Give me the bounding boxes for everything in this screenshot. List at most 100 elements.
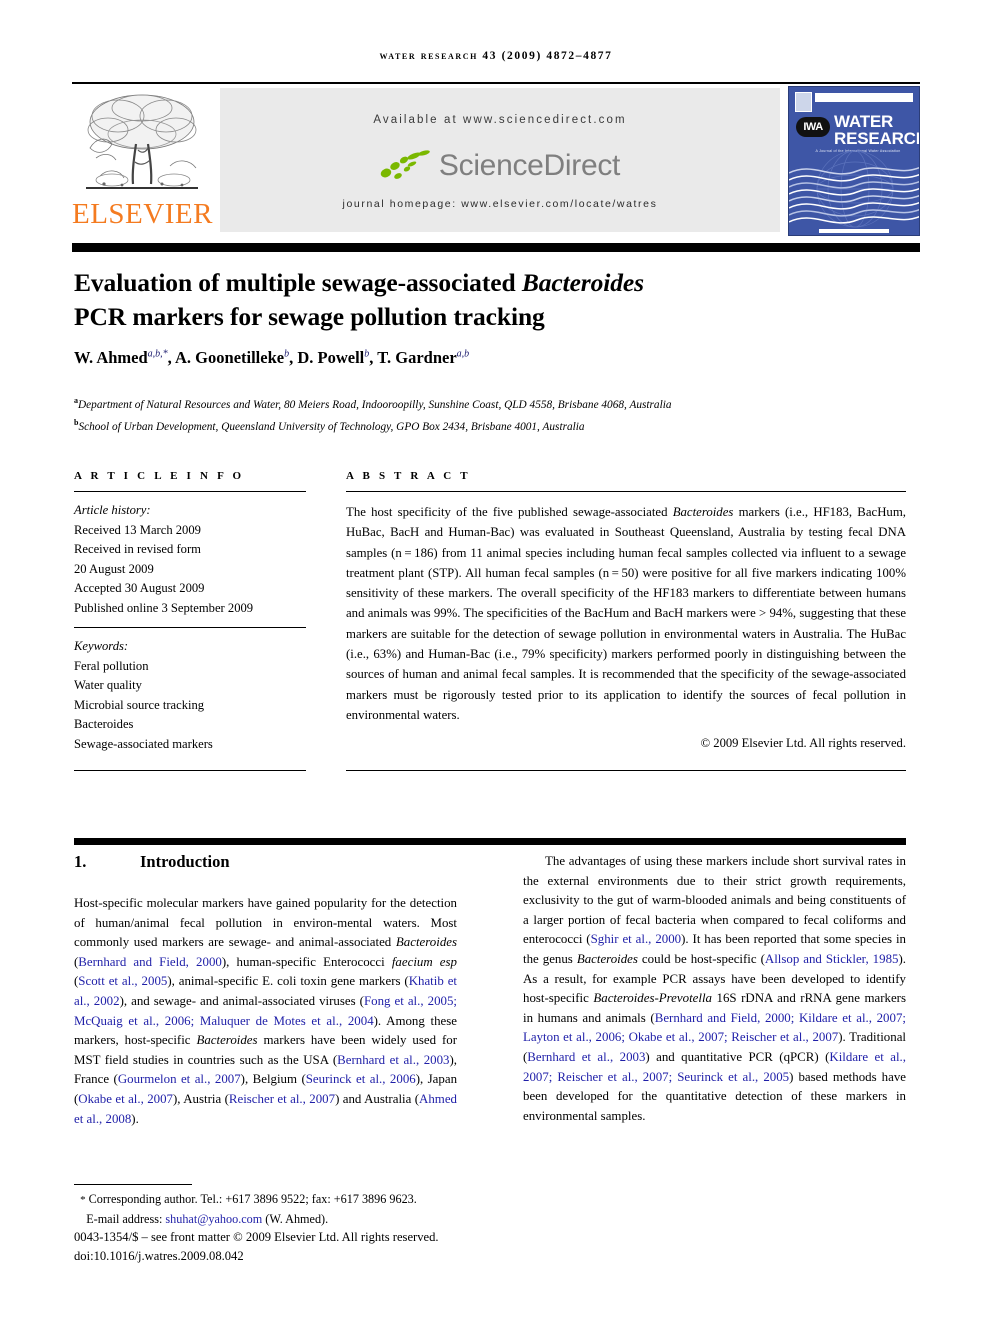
abstract-heading: A B S T R A C T <box>346 470 471 482</box>
text-run: ) and Australia ( <box>335 1091 420 1106</box>
affiliation-item: bSchool of Urban Development, Queensland… <box>74 414 904 436</box>
affiliation-text: School of Urban Development, Queensland … <box>78 420 585 433</box>
italic-term: Bacteroides <box>576 951 638 966</box>
citation-link[interactable]: Reischer et al., 2007 <box>229 1092 335 1106</box>
keyword-item: Bacteroides <box>74 717 134 731</box>
history-item: Received 13 March 2009 <box>74 522 201 537</box>
cover-globe-waves-graphic <box>789 150 919 228</box>
citation-link[interactable]: Bernhard and Field, 2000 <box>78 955 222 969</box>
masthead-top-rule <box>72 82 920 84</box>
title-line1-pre: Evaluation of multiple sewage-associated <box>74 268 522 297</box>
author-marks: a,b <box>456 348 470 360</box>
iwa-logo-icon: IWA <box>796 117 830 137</box>
keyword-item: Water quality <box>74 678 142 692</box>
italic-term: faecium esp <box>391 954 457 969</box>
keywords-rule <box>74 627 306 628</box>
text-run: ), Belgium ( <box>240 1072 306 1087</box>
section-number: 1. <box>74 852 87 871</box>
text-run: ), animal-specific E. coli toxin gene ma… <box>167 974 409 989</box>
abstract-part: markers (i.e., HF183, BacHum, HuBac, Bac… <box>346 505 906 722</box>
affiliation-text: Department of Natural Resources and Wate… <box>78 398 672 411</box>
available-at-text: Available at www.sciencedirect.com <box>373 114 627 126</box>
text-run: ) and quantitative PCR (qPCR) ( <box>645 1049 830 1064</box>
author-name: D. Powell <box>297 348 365 367</box>
citation-link[interactable]: Gourmelon et al., 2007 <box>118 1072 241 1086</box>
author-marks: a,b,* <box>147 348 168 360</box>
keyword-item: Feral pollution <box>74 658 149 673</box>
elsevier-tree-icon <box>86 94 198 189</box>
abstract-text: The host specificity of the five publish… <box>346 502 906 725</box>
abstract-copyright: © 2009 Elsevier Ltd. All rights reserved… <box>700 736 906 751</box>
author-name: T. Gardner <box>377 348 457 367</box>
email-note: E-mail address: shuhat@yahoo.com (W. Ahm… <box>74 1210 494 1229</box>
introduction-paragraph-left: Host-specific molecular markers have gai… <box>74 894 457 1129</box>
corresponding-author-text: Corresponding author. Tel.: +617 3896 95… <box>88 1192 417 1206</box>
text-run: ), and sewage- and animal-associated vir… <box>119 993 364 1008</box>
title-line1-italic: Bacteroides <box>521 268 644 297</box>
body-column-right: The advantages of using these markers in… <box>523 852 906 1126</box>
cover-title: WATER RESEARCH <box>834 112 920 148</box>
email-link[interactable]: shuhat@yahoo.com <box>165 1212 262 1226</box>
masthead-bottom-bar <box>72 243 920 252</box>
elsevier-logo: ELSEVIER <box>72 86 212 234</box>
section-title: Introduction <box>140 852 230 871</box>
info-bottom-rule <box>74 770 306 771</box>
article-history-label: Article history: <box>74 503 151 517</box>
abstract-section: A B S T R A C T The host specificity of … <box>346 470 906 751</box>
citation-link[interactable]: Seurinck et al., 2006 <box>306 1072 416 1086</box>
text-run: could be host-specific ( <box>637 951 765 966</box>
article-info-rule <box>74 491 306 492</box>
author-marks: b <box>284 348 290 360</box>
abstract-rule <box>346 491 906 492</box>
footnote-block: * Corresponding author. Tel.: +617 3896 … <box>74 1190 494 1228</box>
footnote-rule <box>74 1184 192 1185</box>
cover-top-bar <box>815 93 913 102</box>
page-title: Evaluation of multiple sewage-associated… <box>74 266 864 334</box>
corresponding-author-mark: * <box>80 1194 86 1206</box>
doi-line: doi:10.1016/j.watres.2009.08.042 <box>74 1248 244 1263</box>
citation-link[interactable]: Bernhard et al., 2003 <box>337 1053 449 1067</box>
sciencedirect-panel: Available at www.sciencedirect.com Scien… <box>220 88 780 232</box>
citation-link[interactable]: Scott et al., 2005 <box>78 974 167 988</box>
article-history: Article history: Received 13 March 2009 … <box>74 501 306 618</box>
author-marks: b <box>364 348 370 360</box>
author-list: W. Ahmeda,b,*, A. Goonetillekeb, D. Powe… <box>74 348 470 367</box>
section-heading-introduction: 1. Introduction <box>74 852 457 872</box>
history-item: 20 August 2009 <box>74 561 154 576</box>
imprint-block: 0043-1354/$ – see front matter © 2009 El… <box>74 1228 534 1265</box>
history-item: Published online 3 September 2009 <box>74 600 254 615</box>
body-column-left: 1. Introduction Host-specific molecular m… <box>74 852 457 1129</box>
abstract-part: The host specificity of the five publish… <box>346 505 673 519</box>
citation-link[interactable]: Allsop and Stickler, 1985 <box>765 952 899 966</box>
italic-term: Bacteroides <box>395 935 457 950</box>
email-suffix: (W. Ahmed). <box>262 1211 329 1226</box>
article-page: Water Research 43 (2009) 4872–4877 <box>0 0 992 1323</box>
email-label: E-mail address: <box>86 1211 166 1226</box>
keyword-item: Sewage-associated markers <box>74 736 213 751</box>
citation-link[interactable]: Sghir et al., 2000 <box>591 932 682 946</box>
abstract-bottom-rule <box>346 770 906 771</box>
keywords-label: Keywords: <box>74 639 129 653</box>
text-run: ), human-specific Enterococci <box>221 954 392 969</box>
abstract-italic-term: Bacteroides <box>672 505 734 519</box>
history-item: Received in revised form <box>74 542 201 556</box>
article-info-heading: A R T I C L E I N F O <box>74 470 245 482</box>
journal-homepage-link[interactable]: journal homepage: www.elsevier.com/locat… <box>220 198 780 210</box>
cover-title-line1: WATER <box>834 112 894 131</box>
issn-line: 0043-1354/$ – see front matter © 2009 El… <box>74 1230 439 1244</box>
body-top-bar <box>74 838 906 845</box>
keywords-block: Keywords: Feral pollution Water quality … <box>74 637 306 754</box>
sciencedirect-logo: ScienceDirect <box>220 144 780 188</box>
cover-bottom-bar <box>819 229 889 233</box>
sciencedirect-swoosh-icon <box>380 150 430 179</box>
citation-link[interactable]: Bernhard et al., 2003 <box>527 1050 645 1064</box>
elsevier-wordmark: ELSEVIER <box>72 198 213 230</box>
citation-link[interactable]: Okabe et al., 2007 <box>78 1092 173 1106</box>
affiliation-list: aDepartment of Natural Resources and Wat… <box>74 392 904 436</box>
affiliation-item: aDepartment of Natural Resources and Wat… <box>74 392 904 414</box>
author-name: A. Goonetilleke <box>175 348 285 367</box>
history-item: Accepted 30 August 2009 <box>74 581 205 595</box>
journal-cover-image: IWA WATER RESEARCH A Journal of the Inte… <box>788 86 920 236</box>
cover-title-line2: RESEARCH <box>834 129 920 148</box>
author-name: W. Ahmed <box>74 348 148 367</box>
